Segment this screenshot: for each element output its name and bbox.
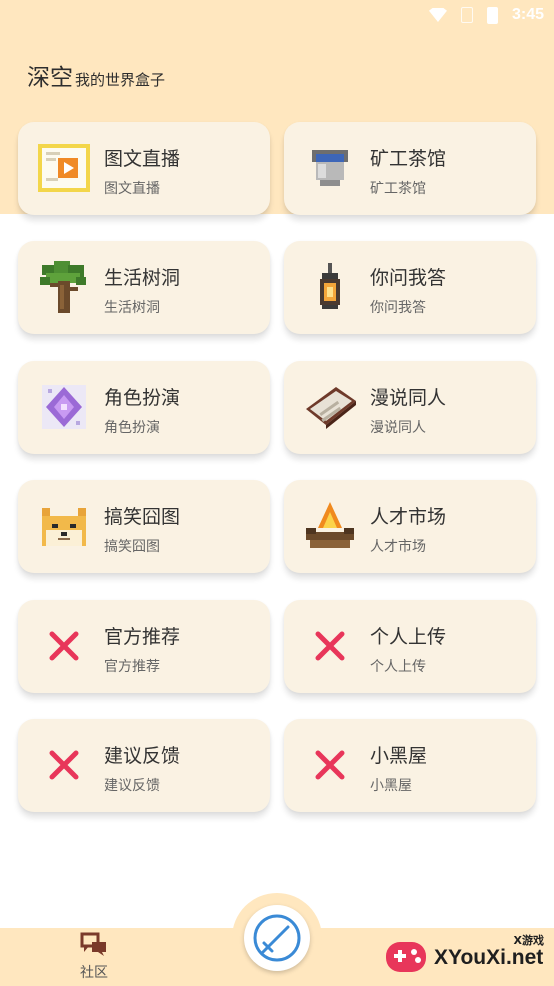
card-rencai-shichang[interactable]: 人才市场 人才市场 (284, 480, 536, 573)
card-xiao-heiwu[interactable]: 小黑屋 小黑屋 (284, 719, 536, 812)
card-tuwen-zhibo[interactable]: 图文直播 图文直播 (18, 122, 270, 215)
card-desc: 角色扮演 (104, 420, 160, 436)
water-bucket-icon (302, 140, 358, 196)
gamepad-logo-icon (386, 942, 426, 972)
watermark: X游戏 XYouXi.net (382, 930, 550, 984)
card-juese-banyan[interactable]: 角色扮演 角色扮演 (18, 361, 270, 454)
card-desc: 搞笑囧图 (104, 539, 160, 555)
lantern-icon (302, 259, 358, 315)
card-desc: 生活树洞 (104, 300, 160, 316)
doge-icon (36, 498, 92, 554)
card-name: 小黑屋 (370, 745, 428, 767)
watermark-text: XYouXi.net (434, 946, 544, 969)
center-action-button[interactable] (244, 905, 310, 971)
page-subtitle: 我的世界盒子 (75, 71, 166, 89)
card-name: 角色扮演 (104, 387, 181, 409)
book-icon (302, 379, 358, 435)
card-name: 生活树洞 (104, 267, 181, 289)
card-desc: 小黑屋 (370, 778, 412, 794)
status-time: 3:45 (511, 6, 544, 23)
card-name: 你问我答 (370, 267, 447, 289)
sword-icon (253, 914, 301, 962)
card-name: 个人上传 (370, 626, 447, 648)
card-desc: 人才市场 (370, 539, 426, 555)
card-name: 官方推荐 (104, 626, 181, 648)
card-niwen-woda[interactable]: 你问我答 你问我答 (284, 241, 536, 334)
card-gaoxiao-jiongtu[interactable]: 搞笑囧图 搞笑囧图 (18, 480, 270, 573)
nav-community-label: 社区 (80, 965, 108, 981)
status-bar: 3:45 (0, 0, 554, 30)
broken-image-x-icon (36, 618, 92, 674)
wifi-icon (428, 8, 447, 22)
tree-icon (36, 259, 92, 315)
card-kuanggong-chaguan[interactable]: 矿工茶馆 矿工茶馆 (284, 122, 536, 215)
broken-image-x-icon (36, 737, 92, 793)
nav-community[interactable]: 社区 (72, 932, 116, 984)
card-manshuo-tongren[interactable]: 漫说同人 漫说同人 (284, 361, 536, 454)
card-desc: 图文直播 (104, 181, 160, 197)
video-document-icon (36, 140, 92, 196)
page-header: 深空 我的世界盒子 (27, 58, 165, 92)
card-name: 矿工茶馆 (370, 148, 447, 170)
card-desc: 建议反馈 (104, 778, 160, 794)
card-desc: 官方推荐 (104, 659, 160, 675)
battery-icon (486, 6, 498, 24)
card-shenghuo-shudong[interactable]: 生活树洞 生活树洞 (18, 241, 270, 334)
page-title: 深空 (27, 65, 73, 91)
campfire-icon (302, 498, 358, 554)
sim-icon (460, 7, 473, 23)
card-desc: 你问我答 (370, 300, 426, 316)
broken-image-x-icon (302, 618, 358, 674)
card-desc: 矿工茶馆 (370, 181, 426, 197)
card-name: 搞笑囧图 (104, 506, 181, 528)
card-jianyi-fankui[interactable]: 建议反馈 建议反馈 (18, 719, 270, 812)
broken-image-x-icon (302, 737, 358, 793)
chat-bubbles-icon (80, 932, 106, 956)
purple-gem-icon (36, 379, 92, 435)
card-desc: 漫说同人 (370, 420, 426, 436)
card-name: 建议反馈 (104, 745, 181, 767)
card-desc: 个人上传 (370, 659, 426, 675)
card-name: 漫说同人 (370, 387, 447, 409)
card-geren-shangchuan[interactable]: 个人上传 个人上传 (284, 600, 536, 693)
card-guanfang-tuijian[interactable]: 官方推荐 官方推荐 (18, 600, 270, 693)
card-name: 图文直播 (104, 148, 181, 170)
card-name: 人才市场 (370, 506, 447, 528)
